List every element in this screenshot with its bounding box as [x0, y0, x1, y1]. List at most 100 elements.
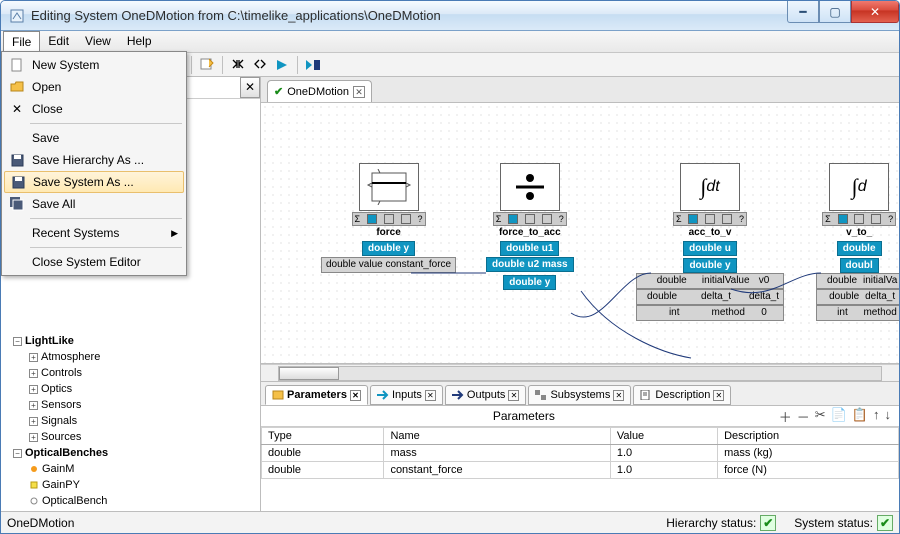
canvas-tab-onedmotion[interactable]: ✔ OneDMotion ✕: [267, 80, 372, 102]
toolbar-expand-icon[interactable]: [251, 56, 269, 74]
paste-button[interactable]: 📋: [852, 407, 868, 426]
move-up-button[interactable]: ↑: [873, 407, 880, 426]
tab-description[interactable]: Description✕: [633, 385, 731, 405]
close-tab-icon[interactable]: ✕: [350, 390, 361, 401]
menu-file[interactable]: File: [3, 31, 40, 52]
table-row[interactable]: doublemass1.0mass (kg): [262, 445, 899, 462]
menu-recent-systems[interactable]: Recent Systems▶: [4, 222, 184, 244]
minimize-button[interactable]: ━: [787, 1, 819, 23]
block-param[interactable]: doubledelta_tdelta_t: [636, 289, 784, 305]
move-down-button[interactable]: ↓: [885, 407, 892, 426]
tree-expand-icon[interactable]: +: [29, 385, 38, 394]
canvas-horizontal-scrollbar[interactable]: [261, 364, 899, 381]
scrollbar-thumb[interactable]: [279, 367, 339, 380]
remove-button[interactable]: －: [797, 407, 810, 426]
menu-new-system[interactable]: New System: [4, 54, 184, 76]
toolbar-button-1[interactable]: [198, 56, 216, 74]
close-tab-icon[interactable]: ✕: [613, 390, 624, 401]
port-out[interactable]: double y: [503, 275, 556, 290]
tree-signals[interactable]: Signals: [41, 413, 77, 429]
canvas-tab-label: OneDMotion: [287, 86, 349, 98]
tab-subsystems[interactable]: Subsystems✕: [528, 385, 631, 405]
menu-help[interactable]: Help: [119, 31, 160, 52]
maximize-button[interactable]: ▢: [819, 1, 851, 23]
leaf-icon: [29, 496, 39, 506]
menu-open[interactable]: Open: [4, 76, 184, 98]
port-out[interactable]: double y: [362, 241, 415, 256]
menu-close[interactable]: ✕Close: [4, 98, 184, 120]
tree-atmosphere[interactable]: Atmosphere: [41, 349, 100, 365]
tree-sources[interactable]: Sources: [41, 429, 81, 445]
port-in[interactable]: double u2 mass: [486, 257, 574, 272]
tree-collapse-icon[interactable]: −: [13, 337, 22, 346]
block-force-to-acc[interactable]: Σ? force_to_acc double u1 double u2 mass…: [486, 163, 574, 290]
col-value[interactable]: Value: [610, 428, 717, 445]
table-row[interactable]: doubleconstant_force1.0force (N): [262, 462, 899, 479]
tree-opticalbench[interactable]: OpticalBench: [42, 493, 107, 509]
menu-save-all[interactable]: Save All: [4, 193, 184, 215]
tree-expand-icon[interactable]: +: [29, 401, 38, 410]
col-name[interactable]: Name: [384, 428, 610, 445]
tree-gainm[interactable]: GainM: [42, 461, 74, 477]
outputs-icon: [452, 390, 464, 400]
tree-sensors[interactable]: Sensors: [41, 397, 81, 413]
diagram-canvas[interactable]: Σ? force double y double value constant_…: [261, 103, 899, 364]
menu-save[interactable]: Save: [4, 127, 184, 149]
tree-controls[interactable]: Controls: [41, 365, 82, 381]
library-combo-close[interactable]: ✕: [240, 77, 260, 98]
block-name: v_to_: [816, 227, 899, 238]
menu-bar: File Edit View Help: [1, 31, 899, 53]
col-type[interactable]: Type: [262, 428, 384, 445]
col-description[interactable]: Description: [718, 428, 899, 445]
status-hierarchy-label: Hierarchy status:: [666, 516, 756, 530]
block-param[interactable]: doubleinitialVa: [816, 273, 899, 289]
toolbar-step-icon[interactable]: [304, 56, 322, 74]
toolbar-play-icon[interactable]: [273, 56, 291, 74]
close-button[interactable]: ✕: [851, 1, 899, 23]
block-v-to-x[interactable]: ∫d Σ? v_to_ double doubl doubleinitialVa…: [816, 163, 899, 321]
tab-outputs[interactable]: Outputs✕: [445, 385, 527, 405]
close-icon: ✕: [8, 102, 26, 116]
copy-button[interactable]: 📄: [831, 407, 847, 426]
menu-save-hierarchy[interactable]: Save Hierarchy As ...: [4, 149, 184, 171]
tree-gainpy[interactable]: GainPY: [42, 477, 80, 493]
tree-collapse-icon[interactable]: −: [13, 449, 22, 458]
tree-expand-icon[interactable]: +: [29, 433, 38, 442]
toolbar-collapse-icon[interactable]: [229, 56, 247, 74]
block-param[interactable]: double value constant_force: [321, 257, 456, 273]
menu-view[interactable]: View: [77, 31, 119, 52]
add-button[interactable]: ＋: [779, 407, 792, 426]
cut-button[interactable]: ✂: [815, 407, 826, 426]
block-param[interactable]: doubleinitialValuev0: [636, 273, 784, 289]
save-icon: [8, 154, 26, 167]
close-tab-icon[interactable]: ✕: [713, 390, 724, 401]
port-in[interactable]: double u1: [500, 241, 559, 256]
menu-edit[interactable]: Edit: [40, 31, 77, 52]
description-icon: [640, 390, 652, 400]
port-in[interactable]: double u: [683, 241, 737, 256]
parameters-table[interactable]: Type Name Value Description doublemass1.…: [261, 426, 899, 511]
tree-optics[interactable]: Optics: [41, 381, 72, 397]
close-tab-icon[interactable]: ✕: [508, 390, 519, 401]
block-force[interactable]: Σ? force double y double value constant_…: [321, 163, 456, 273]
close-tab-icon[interactable]: ✕: [353, 86, 365, 98]
block-name: force_to_acc: [486, 227, 574, 238]
tree-expand-icon[interactable]: +: [29, 417, 38, 426]
block-param[interactable]: intmethod: [816, 305, 899, 321]
menu-save-system-as[interactable]: Save System As ...: [4, 171, 184, 193]
port-in[interactable]: double: [837, 241, 882, 256]
tree-expand-icon[interactable]: +: [29, 369, 38, 378]
tree-expand-icon[interactable]: +: [29, 353, 38, 362]
tree-userlib[interactable]: User Libraries: [3, 509, 77, 511]
tab-parameters[interactable]: Parameters✕: [265, 385, 368, 405]
tab-inputs[interactable]: Inputs✕: [370, 385, 443, 405]
menu-close-editor[interactable]: Close System Editor: [4, 251, 184, 273]
tree-opticalbenches[interactable]: OpticalBenches: [25, 445, 108, 461]
tree-lightlike[interactable]: LightLike: [25, 333, 74, 349]
port-out[interactable]: double y: [683, 258, 736, 273]
block-param[interactable]: doubledelta_t: [816, 289, 899, 305]
close-tab-icon[interactable]: ✕: [425, 390, 436, 401]
block-param[interactable]: intmethod0: [636, 305, 784, 321]
block-acc-to-v[interactable]: ∫dt Σ? acc_to_v double u double y double…: [636, 163, 784, 321]
port-out[interactable]: doubl: [840, 258, 879, 273]
